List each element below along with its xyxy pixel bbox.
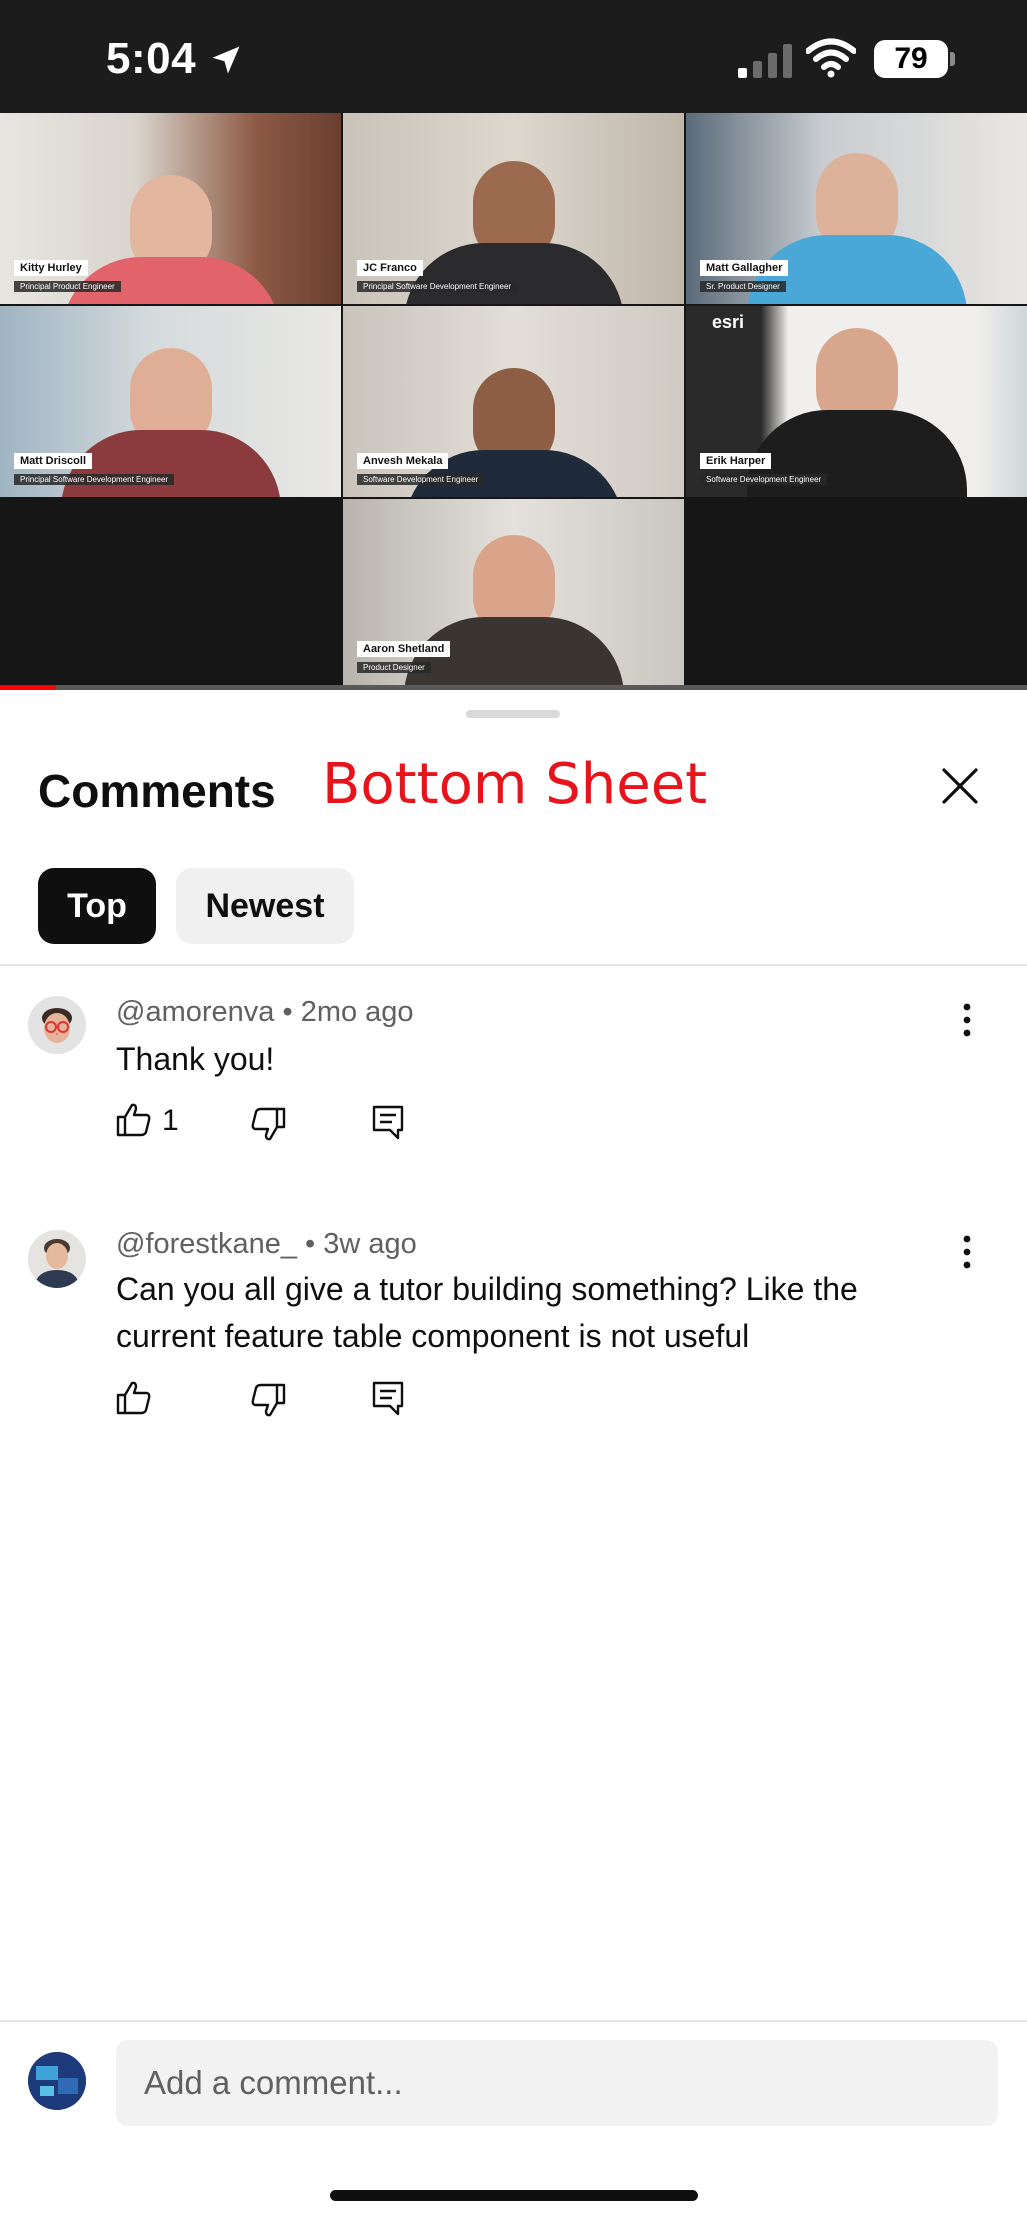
battery-cap: [950, 52, 955, 66]
participant-role: Principal Software Development Engineer: [357, 281, 518, 292]
participant-tile: Anvesh Mekala Software Development Engin…: [343, 306, 684, 497]
cellular-signal-icon: [738, 44, 792, 78]
participant-role: Software Development Engineer: [700, 474, 828, 485]
close-icon[interactable]: [936, 762, 984, 810]
battery-indicator: 79: [874, 40, 948, 78]
home-indicator[interactable]: [330, 2190, 698, 2201]
sheet-title: Comments: [38, 765, 276, 817]
comments-bottom-sheet: Comments Bottom Sheet Top Newest @amoren…: [0, 690, 1027, 2222]
dislike-icon[interactable]: [248, 1104, 288, 1144]
participant-tile: esri Erik Harper Software Development En…: [686, 306, 1027, 497]
wall-logo: esri: [712, 312, 745, 332]
participant-name: Aaron Shetland: [357, 641, 451, 657]
filter-chip-newest[interactable]: Newest: [176, 868, 354, 944]
participant-tile: Kitty Hurley Principal Product Engineer: [0, 113, 341, 304]
participant-name: Matt Driscoll: [14, 453, 93, 469]
add-comment-input[interactable]: [116, 2040, 998, 2126]
participant-tile: JC Franco Principal Software Development…: [343, 113, 684, 304]
video-player[interactable]: Kitty Hurley Principal Product Engineer …: [0, 113, 1027, 685]
like-icon[interactable]: [114, 1100, 154, 1140]
participant-name: Matt Gallagher: [700, 260, 789, 276]
participant-name: Erik Harper: [700, 453, 772, 469]
status-bar: 5:04 79: [0, 0, 1027, 113]
participant-role: Principal Product Engineer: [14, 281, 121, 292]
participant-video: [399, 535, 629, 685]
comment-time: 3w ago: [323, 1228, 417, 1260]
participant-tile: Matt Driscoll Principal Software Develop…: [0, 306, 341, 497]
comment-text: Can you all give a tutor building someth…: [116, 1271, 858, 1354]
divider: [0, 2020, 1027, 2022]
status-time: 5:04: [106, 34, 197, 83]
like-icon[interactable]: [114, 1378, 154, 1418]
annotation-label: Bottom Sheet: [322, 752, 708, 817]
participant-name: JC Franco: [357, 260, 423, 276]
like-count: 1: [162, 1104, 179, 1137]
filter-chip-top[interactable]: Top: [38, 868, 156, 944]
location-arrow-icon: [212, 46, 240, 74]
wifi-icon: [806, 38, 856, 78]
participant-tile: Matt Gallagher Sr. Product Designer: [686, 113, 1027, 304]
participant-role: Sr. Product Designer: [700, 281, 786, 292]
comment-author[interactable]: @amorenva: [116, 996, 274, 1028]
comment-meta: @amorenva • 2mo ago: [116, 996, 414, 1029]
participant-name: Kitty Hurley: [14, 260, 88, 276]
participant-role: Principal Software Development Engineer: [14, 474, 175, 485]
memoji-avatar-icon: [28, 996, 86, 1054]
participant-video: [742, 328, 972, 497]
user-photo-icon: [28, 1230, 86, 1288]
comment-text: Thank you!: [116, 1041, 275, 1077]
avatar[interactable]: [28, 996, 86, 1054]
reply-icon[interactable]: [368, 1378, 408, 1418]
participant-role: Software Development Engineer: [357, 474, 485, 485]
dislike-icon[interactable]: [248, 1380, 288, 1420]
user-avatar-icon: [28, 2052, 86, 2110]
drag-handle[interactable]: [466, 710, 560, 718]
meta-separator: •: [282, 996, 301, 1028]
reply-icon[interactable]: [368, 1102, 408, 1142]
participant-tile: Aaron Shetland Product Designer: [343, 499, 684, 685]
my-avatar[interactable]: [28, 2052, 86, 2110]
avatar[interactable]: [28, 1230, 86, 1288]
comment-time: 2mo ago: [300, 996, 414, 1028]
divider: [0, 964, 1027, 966]
participant-role: Product Designer: [357, 662, 431, 673]
more-options-icon[interactable]: [952, 1000, 982, 1040]
meta-separator: •: [305, 1228, 324, 1260]
comment-author[interactable]: @forestkane_: [116, 1228, 297, 1260]
comment-meta: @forestkane_ • 3w ago: [116, 1228, 417, 1261]
participant-name: Anvesh Mekala: [357, 453, 449, 469]
more-options-icon[interactable]: [952, 1232, 982, 1272]
